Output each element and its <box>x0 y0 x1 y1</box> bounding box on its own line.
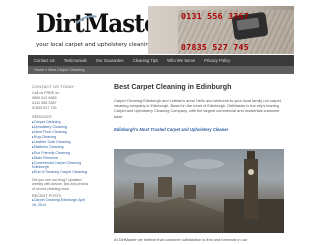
site-header: DirtMaster your local carpet and upholst… <box>28 6 294 54</box>
service-link-end-of-tenancy[interactable]: End of Tenancy Carpet Cleaning <box>32 170 90 174</box>
services-heading: SERVICES <box>32 114 52 119</box>
main-content: Best Carpet Cleaning in Edinburgh Carpet… <box>114 83 290 245</box>
breadcrumb-bar: Home » Best Carpet Cleaning <box>28 66 294 74</box>
header-phone-2[interactable]: 07835 527 745 <box>181 42 249 52</box>
service-link-commercial[interactable]: Commercial Carpet Cleaning Edinburgh <box>32 161 90 170</box>
contact-phone[interactable]: 07835 527 745 <box>32 106 92 111</box>
intro-paragraph: Carpet Cleaning Edinburgh and Lothian's … <box>114 98 281 119</box>
blog-promo-text: Did you see our blog? Updated weekly wit… <box>32 177 89 191</box>
cloud-shape <box>124 153 174 167</box>
main-navigation: Contact Us Testimonials Our Guarantee Cl… <box>28 55 294 66</box>
closing-paragraph: At DirtMaster we believe that customer s… <box>114 237 248 242</box>
page-frame: DirtMaster your local carpet and upholst… <box>28 6 294 245</box>
clock-icon <box>248 169 254 175</box>
site-logo[interactable]: DirtMaster <box>34 9 170 41</box>
edinburgh-skyline-photo <box>114 149 284 233</box>
castle-hill-shape <box>114 197 224 233</box>
nav-who-we-serve[interactable]: Who We Serve <box>167 58 195 63</box>
photo-heading: Edinburgh's Most Trusted Carpet and Upho… <box>114 126 229 132</box>
nav-privacy-policy[interactable]: Privacy Policy <box>204 58 230 63</box>
header-phone-1[interactable]: 0131 556 3367 <box>181 11 249 21</box>
castle-building <box>184 185 196 199</box>
cloud-shape <box>184 159 224 169</box>
nav-contact-us[interactable]: Contact Us <box>34 58 55 63</box>
page-title: Best Carpet Cleaning in Edinburgh <box>114 83 232 91</box>
contact-heading: CONTACT US TODAY <box>32 84 75 89</box>
recent-post-link[interactable]: Carpet Cleaning Edinburgh April 16, 2014 <box>32 198 90 207</box>
nav-our-guarantee[interactable]: Our Guarantee <box>96 58 124 63</box>
castle-building <box>134 183 144 199</box>
breadcrumb[interactable]: Home » Best Carpet Cleaning <box>34 68 84 72</box>
nav-testimonials[interactable]: Testimonials <box>64 58 87 63</box>
nav-cleaning-tips[interactable]: Cleaning Tips <box>133 58 158 63</box>
sidebar: CONTACT US TODAY Call us FREE on 0800 61… <box>32 84 92 245</box>
clock-tower <box>244 159 258 219</box>
castle-building <box>158 177 172 197</box>
